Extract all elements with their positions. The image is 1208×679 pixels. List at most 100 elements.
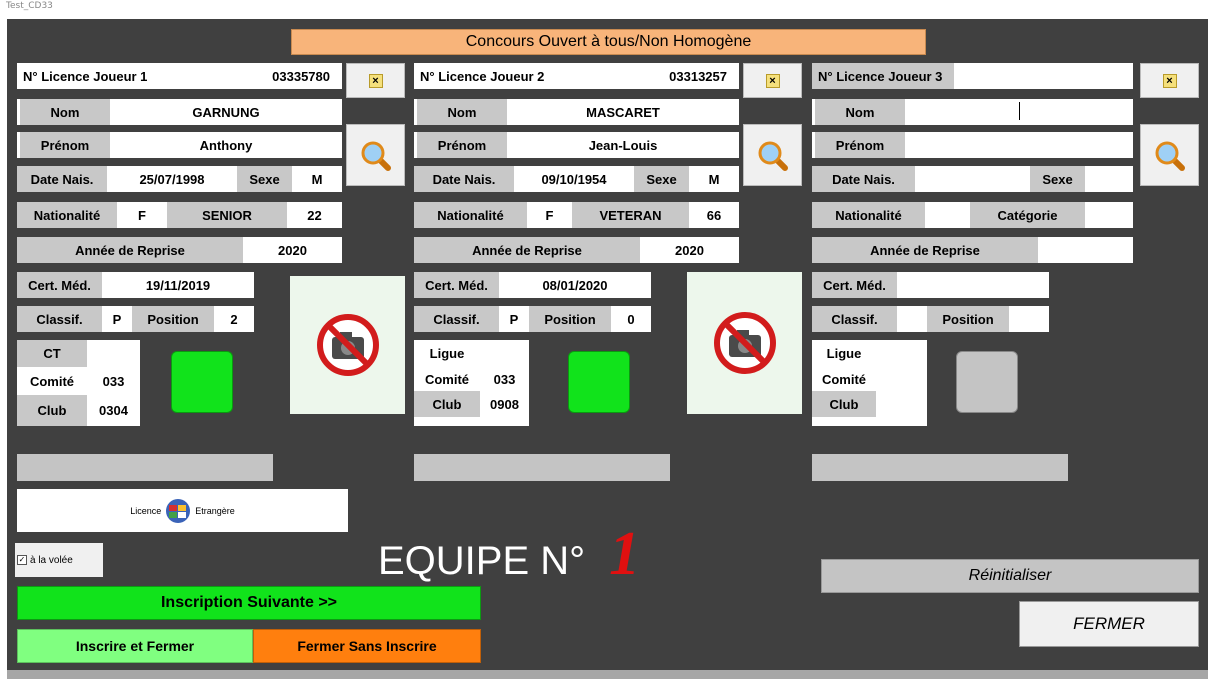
inscription-suivante-button[interactable]: Inscription Suivante >> xyxy=(17,586,481,620)
age-value: 66 xyxy=(706,207,722,223)
club-value[interactable]: 0304 xyxy=(87,395,140,426)
ligue-value[interactable] xyxy=(480,340,529,367)
annee-reprise-label: Année de Reprise xyxy=(17,237,243,263)
datenais-label: Date Nais. xyxy=(17,166,107,192)
inscrire-fermer-button[interactable]: Inscrire et Fermer xyxy=(17,629,253,663)
close-icon: × xyxy=(368,73,383,88)
club-label: Club xyxy=(17,395,87,426)
cert-med-label: Cert. Méd. xyxy=(17,272,102,298)
annee-reprise-value[interactable]: 2020 xyxy=(640,237,739,263)
datenais-value[interactable]: 09/10/1954 xyxy=(514,166,634,192)
checkbox-checked-icon[interactable]: ✓ xyxy=(17,555,27,565)
position-label: Position xyxy=(132,306,214,332)
nom-value[interactable]: MASCARET xyxy=(507,99,739,125)
prenom-value[interactable]: Anthony xyxy=(110,132,342,158)
info-bar xyxy=(414,454,670,481)
nationalite-label: Nationalité xyxy=(414,202,527,228)
sexe-value[interactable]: M xyxy=(689,166,739,192)
search-player-button[interactable] xyxy=(743,124,802,186)
cert-med-value[interactable]: 08/01/2020 xyxy=(499,272,651,298)
classif-value[interactable]: P xyxy=(499,306,529,332)
search-player-button[interactable] xyxy=(346,124,405,186)
classif-value[interactable] xyxy=(897,306,927,332)
age-value xyxy=(1085,202,1133,228)
licence-row[interactable]: N° Licence Joueur 2 03313257 xyxy=(414,63,739,89)
sexe-label: Sexe xyxy=(634,166,689,192)
fermer-sans-inscrire-button[interactable]: Fermer Sans Inscrire xyxy=(253,629,481,663)
position-value[interactable]: 0 xyxy=(611,306,651,332)
licence-value[interactable]: 03313257 xyxy=(669,69,727,84)
club-value[interactable] xyxy=(876,391,927,417)
a-la-volee-checkbox-area[interactable]: ✓ à la volée xyxy=(15,543,103,577)
sexe-value[interactable]: M xyxy=(292,166,342,192)
licence-label: N° Licence Joueur 3 xyxy=(812,63,955,89)
position-label: Position xyxy=(529,306,611,332)
player-photo[interactable] xyxy=(687,272,802,414)
comite-value[interactable] xyxy=(876,367,927,391)
age-value: 22 xyxy=(307,207,322,223)
equipe-label: EQUIPE N° xyxy=(378,539,586,583)
status-indicator xyxy=(956,351,1018,413)
sexe-label: Sexe xyxy=(237,166,292,192)
nationalite-value[interactable]: F xyxy=(117,202,167,228)
club-label: Club xyxy=(812,391,876,417)
nom-label: Nom xyxy=(815,99,905,125)
categorie-value: Catégorie xyxy=(970,202,1085,228)
info-bar xyxy=(812,454,1068,481)
datenais-label: Date Nais. xyxy=(414,166,514,192)
no-photo-icon xyxy=(316,314,379,376)
datenais-value[interactable]: 25/07/1998 xyxy=(107,166,237,192)
cert-med-label: Cert. Méd. xyxy=(812,272,897,298)
foreign-licence-button[interactable]: Licence Etrangère xyxy=(17,489,348,532)
prenom-label: Prénom xyxy=(417,132,507,158)
licence-label: N° Licence Joueur 2 xyxy=(420,68,545,84)
cert-med-label: Cert. Méd. xyxy=(414,272,499,298)
datenais-label: Date Nais. xyxy=(812,166,915,192)
club-value[interactable]: 0908 xyxy=(480,391,529,417)
ct-value[interactable] xyxy=(87,340,140,367)
licence-label: N° Licence Joueur 1 xyxy=(23,68,148,84)
licence-row[interactable]: N° Licence Joueur 1 03335780 xyxy=(17,63,342,89)
sexe-label: Sexe xyxy=(1030,166,1085,192)
search-icon xyxy=(361,141,391,171)
annee-reprise-label: Année de Reprise xyxy=(414,237,640,263)
nationalite-value[interactable]: F xyxy=(527,202,572,228)
close-icon: × xyxy=(765,73,780,88)
position-value[interactable]: 2 xyxy=(214,306,254,332)
reinitialiser-button[interactable]: Réinitialiser xyxy=(821,559,1199,593)
annee-reprise-value[interactable]: 2020 xyxy=(243,237,342,263)
licence-row[interactable]: N° Licence Joueur 3 xyxy=(812,63,1133,89)
clear-licence-button[interactable]: × xyxy=(743,63,802,98)
clear-licence-button[interactable]: × xyxy=(1140,63,1199,98)
datenais-value[interactable] xyxy=(915,166,1030,192)
prenom-value[interactable]: Jean-Louis xyxy=(507,132,739,158)
fermer-button[interactable]: FERMER xyxy=(1019,601,1199,647)
search-icon xyxy=(758,141,788,171)
nationalite-value[interactable] xyxy=(925,202,970,228)
clear-licence-button[interactable]: × xyxy=(346,63,405,98)
comite-value[interactable]: 033 xyxy=(480,367,529,391)
sexe-value[interactable] xyxy=(1085,166,1133,192)
foreign-licence-left: Licence xyxy=(130,505,162,516)
search-icon xyxy=(1155,141,1185,171)
ligue-value[interactable] xyxy=(876,340,927,367)
prenom-value[interactable] xyxy=(905,132,1133,158)
classif-label: Classif. xyxy=(812,306,897,332)
categorie-value: SENIOR xyxy=(167,202,287,228)
classif-value[interactable]: P xyxy=(102,306,132,332)
comite-label: Comité xyxy=(17,367,87,395)
player-photo[interactable] xyxy=(290,276,405,414)
cert-med-value[interactable]: 19/11/2019 xyxy=(102,272,254,298)
prenom-label: Prénom xyxy=(20,132,110,158)
comite-value[interactable]: 033 xyxy=(87,367,140,395)
search-player-button[interactable] xyxy=(1140,124,1199,186)
ligue-label: Ligue xyxy=(812,340,876,367)
bottom-strip xyxy=(7,670,1208,679)
equipe-number: 1 xyxy=(609,520,641,588)
position-value[interactable] xyxy=(1009,306,1049,332)
club-label: Club xyxy=(414,391,480,417)
licence-value[interactable]: 03335780 xyxy=(272,69,330,84)
nom-value[interactable]: GARNUNG xyxy=(110,99,342,125)
cert-med-value[interactable] xyxy=(897,272,1049,298)
annee-reprise-value[interactable] xyxy=(1038,237,1133,263)
